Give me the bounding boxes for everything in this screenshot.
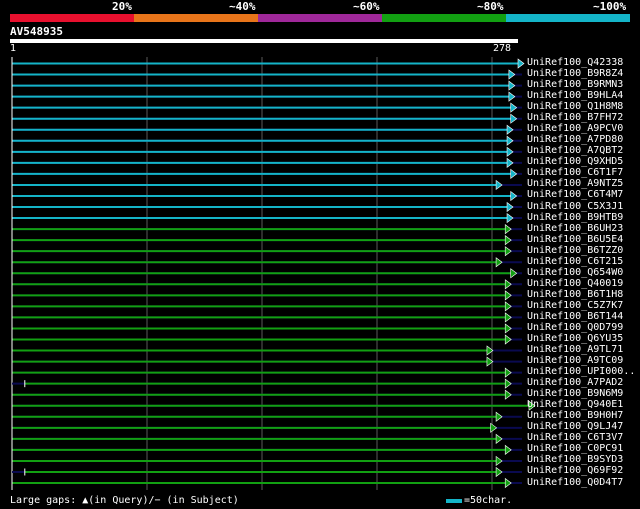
hit-arrow-icon [504,477,512,489]
hit-label[interactable]: UniRef100_B7FH72 [527,112,623,123]
hit-arrow-icon [508,69,516,80]
hit-label[interactable]: UniRef100_B9R8Z4 [527,68,623,79]
hit-label[interactable]: UniRef100_C6T3V7 [527,432,623,443]
hit-arrow-icon [504,290,512,301]
hit-arrow-icon [510,268,518,279]
hit-label[interactable]: UniRef100_UPI000.. [527,366,635,377]
hit-label[interactable]: UniRef100_Q0D799 [527,322,623,333]
hit-label[interactable]: UniRef100_C6T215 [527,256,623,267]
hit-label[interactable]: UniRef100_B9N6M9 [527,388,623,399]
hit-label[interactable]: UniRef100_A9TL71 [527,344,623,355]
hit-label[interactable]: UniRef100_B9SYD3 [527,454,623,465]
scale-label: =50char. [464,495,513,506]
hit-label[interactable]: UniRef100_B6UH23 [527,223,623,234]
hit-arrow-icon [495,411,503,422]
hit-label[interactable]: UniRef100_A7QBT2 [527,145,623,156]
hit-arrow-icon [504,389,512,400]
hit-label[interactable]: UniRef100_B6T144 [527,311,623,322]
hit-arrow-icon [495,433,503,444]
hit-label[interactable]: UniRef100_A9PCV0 [527,123,623,134]
hit-arrow-icon [495,257,503,268]
hit-arrow-icon [504,334,512,345]
hit-label[interactable]: UniRef100_C6T1F7 [527,167,623,178]
hit-label[interactable]: UniRef100_Q6YU35 [527,333,623,344]
hit-label[interactable]: UniRef100_A7PD80 [527,134,623,145]
hit-arrow-icon [506,135,514,146]
hit-arrow-icon [504,444,512,455]
hit-label[interactable]: UniRef100_B9RMN3 [527,79,623,90]
hit-arrow-icon [495,466,503,478]
hit-label[interactable]: UniRef100_B9HLA4 [527,90,623,101]
hit-arrow-icon [504,301,512,312]
hit-arrow-icon [508,80,516,91]
hit-label[interactable]: UniRef100_A9TC09 [527,355,623,366]
hit-label[interactable]: UniRef100_Q1H8M8 [527,101,623,112]
hit-label[interactable]: UniRef100_B6T1H8 [527,289,623,300]
hit-label[interactable]: UniRef100_B9H0H7 [527,410,623,421]
hit-arrow-icon [508,91,516,102]
hit-label[interactable]: UniRef100_B6TZZ0 [527,245,623,256]
hit-arrow-icon [504,378,512,389]
hit-arrow-icon [506,124,514,135]
hit-label[interactable]: UniRef100_B9HTB9 [527,212,623,223]
hit-label[interactable]: UniRef100_C6T4M7 [527,189,623,200]
hit-label[interactable]: UniRef100_C0PC91 [527,443,623,454]
hit-arrow-icon [517,58,525,69]
hit-label[interactable]: UniRef100_Q940E1 [527,399,623,410]
hit-arrow-icon [504,235,512,246]
hit-arrow-icon [510,102,518,113]
hit-label[interactable]: UniRef100_A9NTZ5 [527,178,623,189]
hit-arrow-icon [490,422,498,433]
hit-arrow-icon [506,146,514,157]
hit-arrow-icon [506,201,514,213]
hit-label[interactable]: UniRef100_Q0D4T7 [527,477,623,488]
hit-arrow-icon [510,190,518,202]
hit-label[interactable]: UniRef100_Q69F92 [527,465,623,476]
hit-arrow-icon [506,212,514,224]
hit-arrow-icon [504,367,512,378]
hit-arrow-icon [504,312,512,323]
hit-arrow-icon [506,157,514,168]
hit-arrow-icon [510,168,518,179]
scale-swatch [446,499,462,503]
hit-label[interactable]: UniRef100_Q9LJ47 [527,421,623,432]
hit-label[interactable]: UniRef100_Q40019 [527,278,623,289]
hit-label[interactable]: UniRef100_B6U5E4 [527,234,623,245]
hit-arrow-icon [504,323,512,334]
hit-label[interactable]: UniRef100_Q654W0 [527,267,623,278]
hit-arrow-icon [504,279,512,290]
hit-arrow-icon [504,246,512,257]
hit-arrow-icon [495,455,503,467]
hit-arrow-icon [510,113,518,124]
hit-arrow-icon [495,179,503,191]
hit-label[interactable]: UniRef100_Q9XHD5 [527,156,623,167]
hit-arrow-icon [504,224,512,235]
hit-label[interactable]: UniRef100_Q42338 [527,57,623,68]
hit-label[interactable]: UniRef100_C5X3J1 [527,201,623,212]
hit-label[interactable]: UniRef100_C5Z7K7 [527,300,623,311]
hit-label[interactable]: UniRef100_A7PAD2 [527,377,623,388]
gap-legend: Large gaps: ▲(in Query)/− (in Subject) [10,495,239,506]
